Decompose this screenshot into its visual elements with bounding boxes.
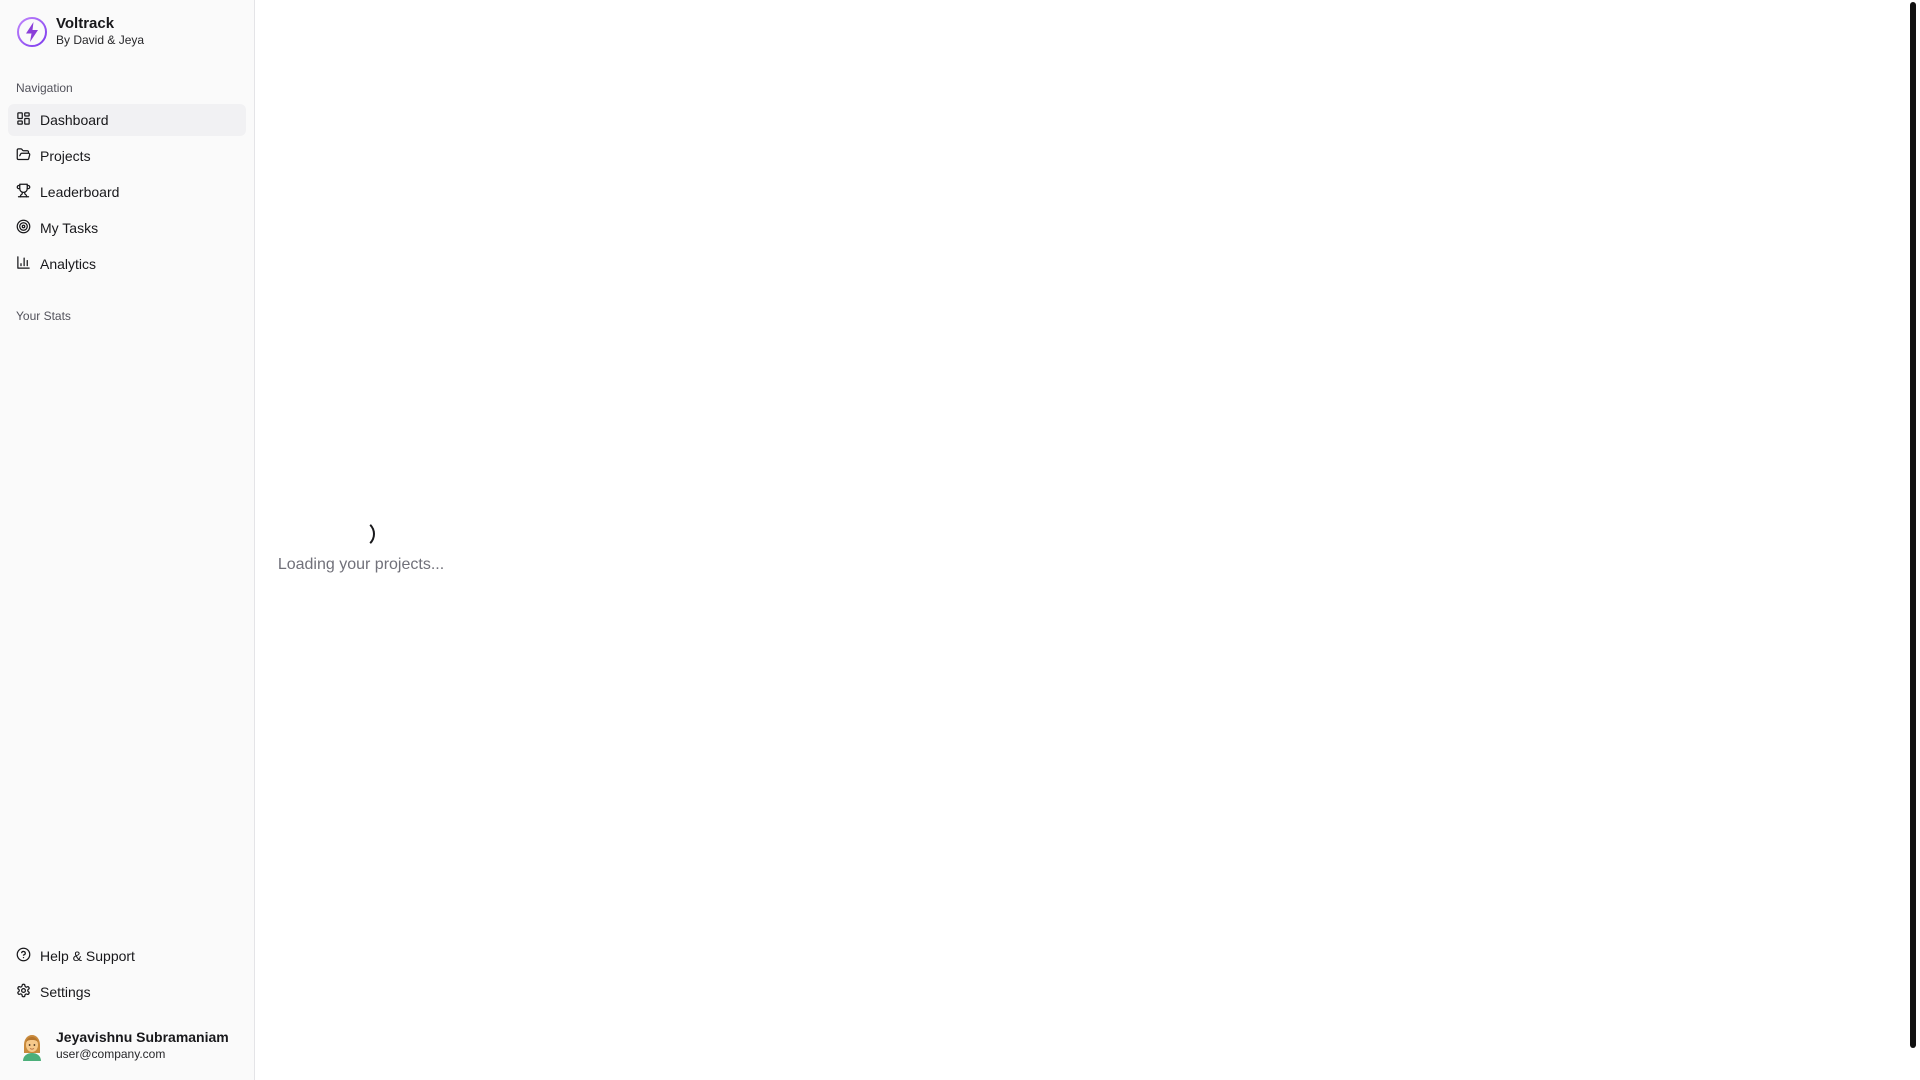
sidebar-item-help-support[interactable]: Help & Support <box>8 940 246 972</box>
app-root: Voltrack By David & Jeya Navigation Dash… <box>0 0 1920 1080</box>
scrollbar-thumb[interactable] <box>1910 2 1916 1048</box>
sidebar-item-my-tasks[interactable]: My Tasks <box>8 212 246 244</box>
sidebar-item-dashboard[interactable]: Dashboard <box>8 104 246 136</box>
folder-icon <box>16 147 31 165</box>
trophy-icon <box>16 183 31 201</box>
brand[interactable]: Voltrack By David & Jeya <box>8 0 246 64</box>
brand-name: Voltrack <box>56 15 115 32</box>
user-profile[interactable]: Jeyavishnu Subramaniam user@company.com <box>8 1022 246 1070</box>
main-content: Loading your projects... <box>255 0 1920 1080</box>
sidebar-item-label: Dashboard <box>40 112 109 128</box>
sidebar: Voltrack By David & Jeya Navigation Dash… <box>0 0 255 1080</box>
loading-text: Loading your projects... <box>277 556 445 573</box>
vertical-scrollbar[interactable] <box>1908 0 1920 1080</box>
sidebar-item-label: Projects <box>40 148 91 164</box>
sidebar-item-label: My Tasks <box>40 220 99 236</box>
user-email: user@company.com <box>56 1047 166 1061</box>
sidebar-item-leaderboard[interactable]: Leaderboard <box>8 176 246 208</box>
avatar <box>16 1030 48 1062</box>
voltrack-logo-icon <box>16 16 48 48</box>
bar-chart-icon <box>16 255 31 273</box>
sidebar-item-label: Settings <box>40 984 91 1000</box>
target-icon <box>16 219 31 237</box>
gear-icon <box>16 983 31 1001</box>
sidebar-item-analytics[interactable]: Analytics <box>8 248 246 280</box>
spinner-icon <box>347 520 375 548</box>
sidebar-item-settings[interactable]: Settings <box>8 976 246 1008</box>
loading-indicator: Loading your projects... <box>271 520 451 574</box>
sidebar-item-label: Help & Support <box>40 948 135 964</box>
brand-subtitle: By David & Jeya <box>56 33 145 47</box>
navigation-label: Navigation <box>16 81 73 95</box>
dashboard-grid-icon <box>16 111 31 129</box>
sidebar-item-projects[interactable]: Projects <box>8 140 246 172</box>
sidebar-item-label: Leaderboard <box>40 184 120 200</box>
sidebar-item-label: Analytics <box>40 256 97 272</box>
stats-label: Your Stats <box>16 309 71 323</box>
nav-list: Dashboard Projects Leaderboard My Tasks … <box>8 104 246 280</box>
sidebar-footer: Help & Support Settings <box>8 940 246 1008</box>
user-name: Jeyavishnu Subramaniam <box>56 1029 229 1045</box>
stats-section: Your Stats <box>8 304 246 328</box>
help-circle-icon <box>16 947 31 965</box>
navigation-section: Navigation Dashboard Projects Leaderboar… <box>8 76 246 280</box>
person-emoji-icon <box>23 1035 41 1061</box>
